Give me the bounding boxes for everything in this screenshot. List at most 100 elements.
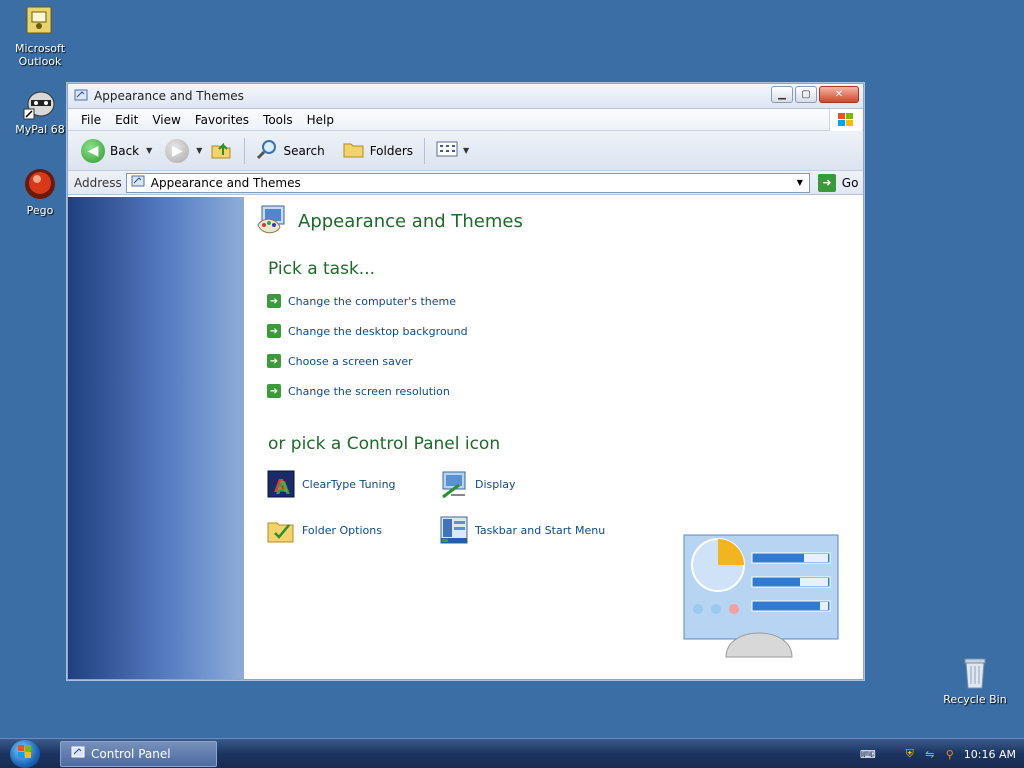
green-arrow-icon: ➜ bbox=[267, 384, 281, 398]
appearance-themes-icon bbox=[256, 203, 288, 240]
task-link-resolution[interactable]: ➜ Change the screen resolution bbox=[267, 384, 450, 398]
security-shield-icon[interactable]: ⛨ bbox=[904, 747, 916, 760]
task-label: Choose a screen saver bbox=[288, 354, 413, 368]
views-button[interactable]: ▼ bbox=[433, 139, 472, 162]
cpl-taskbar-start-menu[interactable]: Taskbar and Start Menu bbox=[439, 515, 605, 545]
pego-icon bbox=[23, 167, 57, 201]
clock[interactable]: 10:16 AM bbox=[964, 748, 1016, 761]
cpl-folder-options[interactable]: Folder Options bbox=[266, 515, 382, 545]
svg-text:A: A bbox=[276, 478, 290, 499]
desktop-icon-outlook[interactable]: Microsoft Outlook bbox=[1, 5, 79, 68]
minimize-icon: ▁ bbox=[778, 89, 786, 100]
back-arrow-icon: ◀ bbox=[81, 138, 105, 163]
keyboard-icon[interactable]: ⌨ bbox=[860, 748, 876, 761]
menu-help[interactable]: Help bbox=[300, 113, 341, 127]
maximize-button[interactable]: ▢ bbox=[795, 86, 817, 103]
task-link-theme[interactable]: ➜ Change the computer's theme bbox=[267, 294, 456, 308]
search-icon[interactable]: ⚲ bbox=[944, 748, 956, 761]
views-icon bbox=[436, 141, 458, 160]
forward-arrow-icon: ▶ bbox=[165, 138, 190, 163]
address-bar: Address Appearance and Themes ▼ ➜ Go bbox=[68, 171, 863, 195]
green-arrow-icon: ➜ bbox=[267, 324, 281, 338]
cpl-label: Taskbar and Start Menu bbox=[475, 523, 606, 537]
up-folder-icon bbox=[209, 137, 233, 164]
back-dropdown-icon[interactable]: ▼ bbox=[146, 146, 152, 155]
appearance-watermark-graphic bbox=[682, 533, 842, 666]
recycle-bin-icon bbox=[958, 656, 992, 690]
cpl-label: ClearType Tuning bbox=[302, 477, 396, 491]
explorer-window: Appearance and Themes ▁ ▢ ✕ File Edit Vi… bbox=[67, 83, 864, 680]
address-value: Appearance and Themes bbox=[150, 175, 301, 190]
desktop-icon-recycle-bin[interactable]: Recycle Bin bbox=[936, 656, 1014, 706]
menu-view[interactable]: View bbox=[145, 113, 187, 127]
control-panel-icon bbox=[131, 174, 145, 191]
address-input[interactable]: Appearance and Themes ▼ bbox=[125, 172, 810, 193]
minimize-button[interactable]: ▁ bbox=[771, 86, 793, 103]
forward-button[interactable]: ▶ bbox=[162, 137, 192, 165]
close-icon: ✕ bbox=[834, 89, 844, 100]
menu-tools[interactable]: Tools bbox=[256, 113, 300, 127]
toolbar-separator bbox=[244, 137, 246, 164]
task-link-background[interactable]: ➜ Change the desktop background bbox=[267, 324, 468, 338]
close-button[interactable]: ✕ bbox=[819, 86, 859, 103]
taskbar-start-menu-icon bbox=[439, 515, 469, 545]
display-icon bbox=[439, 469, 469, 499]
content-area: Appearance and Themes Pick a task... ➜ C… bbox=[68, 197, 863, 679]
up-folder-button[interactable] bbox=[206, 135, 236, 166]
back-button[interactable]: ◀ Back bbox=[78, 137, 142, 165]
task-label: Change the desktop background bbox=[288, 324, 468, 338]
outlook-icon bbox=[23, 5, 57, 39]
folders-button[interactable]: Folders bbox=[340, 137, 416, 164]
search-button[interactable]: Search bbox=[253, 136, 327, 165]
menu-bar: File Edit View Favorites Tools Help bbox=[68, 109, 863, 131]
toolbar-separator bbox=[424, 137, 426, 164]
control-panel-icon bbox=[71, 745, 85, 762]
category-heading: Appearance and Themes bbox=[256, 203, 523, 240]
page-title: Appearance and Themes bbox=[298, 211, 523, 232]
pick-task-heading: Pick a task... bbox=[268, 259, 376, 279]
system-tray: ⌨ ⛨ ⇋ ⚲ 10:16 AM bbox=[860, 739, 1016, 768]
menu-favorites[interactable]: Favorites bbox=[188, 113, 256, 127]
menu-file[interactable]: File bbox=[74, 113, 108, 127]
task-link-screensaver[interactable]: ➜ Choose a screen saver bbox=[267, 354, 413, 368]
windows-logo-icon bbox=[829, 109, 862, 131]
window-title: Appearance and Themes bbox=[94, 89, 244, 103]
go-label: Go bbox=[841, 175, 859, 190]
main-pane: Appearance and Themes Pick a task... ➜ C… bbox=[244, 197, 863, 679]
maximize-icon: ▢ bbox=[801, 89, 811, 100]
windows-logo-icon bbox=[18, 745, 32, 762]
desktop-icon-label: Recycle Bin bbox=[943, 693, 1007, 706]
taskbar: Control Panel ⌨ ⛨ ⇋ ⚲ 10:16 AM bbox=[0, 738, 1024, 768]
folder-options-icon bbox=[266, 515, 296, 545]
task-pane bbox=[68, 197, 244, 679]
go-button[interactable]: ➜ Go bbox=[817, 173, 859, 192]
folder-icon bbox=[343, 139, 365, 162]
desktop-icon-label: Microsoft Outlook bbox=[14, 42, 66, 68]
raccoon-icon bbox=[23, 86, 57, 120]
go-arrow-icon: ➜ bbox=[817, 173, 836, 192]
toolbar: ◀ Back ▼ ▶ ▼ Search Folders ▼ bbox=[68, 131, 863, 171]
pick-icon-heading: or pick a Control Panel icon bbox=[268, 434, 501, 454]
taskbar-button-control-panel[interactable]: Control Panel bbox=[60, 740, 217, 767]
cpl-cleartype-tuning[interactable]: AA ClearType Tuning bbox=[266, 469, 396, 499]
start-button[interactable] bbox=[10, 739, 40, 768]
folders-label: Folders bbox=[369, 143, 414, 158]
address-dropdown-icon[interactable]: ▼ bbox=[793, 175, 807, 191]
green-arrow-icon: ➜ bbox=[267, 354, 281, 368]
address-label: Address bbox=[74, 175, 122, 190]
back-label: Back bbox=[110, 143, 140, 158]
views-dropdown-icon: ▼ bbox=[463, 146, 470, 155]
forward-dropdown-icon[interactable]: ▼ bbox=[196, 146, 202, 155]
title-bar[interactable]: Appearance and Themes ▁ ▢ ✕ bbox=[68, 84, 863, 109]
search-label: Search bbox=[283, 143, 325, 158]
cpl-display[interactable]: Display bbox=[439, 469, 516, 499]
taskbar-button-label: Control Panel bbox=[91, 746, 171, 761]
network-icon[interactable]: ⇋ bbox=[924, 748, 936, 761]
task-label: Change the computer's theme bbox=[288, 294, 456, 308]
cpl-label: Display bbox=[475, 477, 516, 491]
cleartype-icon: AA bbox=[266, 469, 296, 499]
task-label: Change the screen resolution bbox=[288, 384, 450, 398]
control-panel-icon bbox=[74, 88, 88, 105]
green-arrow-icon: ➜ bbox=[267, 294, 281, 308]
menu-edit[interactable]: Edit bbox=[108, 113, 145, 127]
